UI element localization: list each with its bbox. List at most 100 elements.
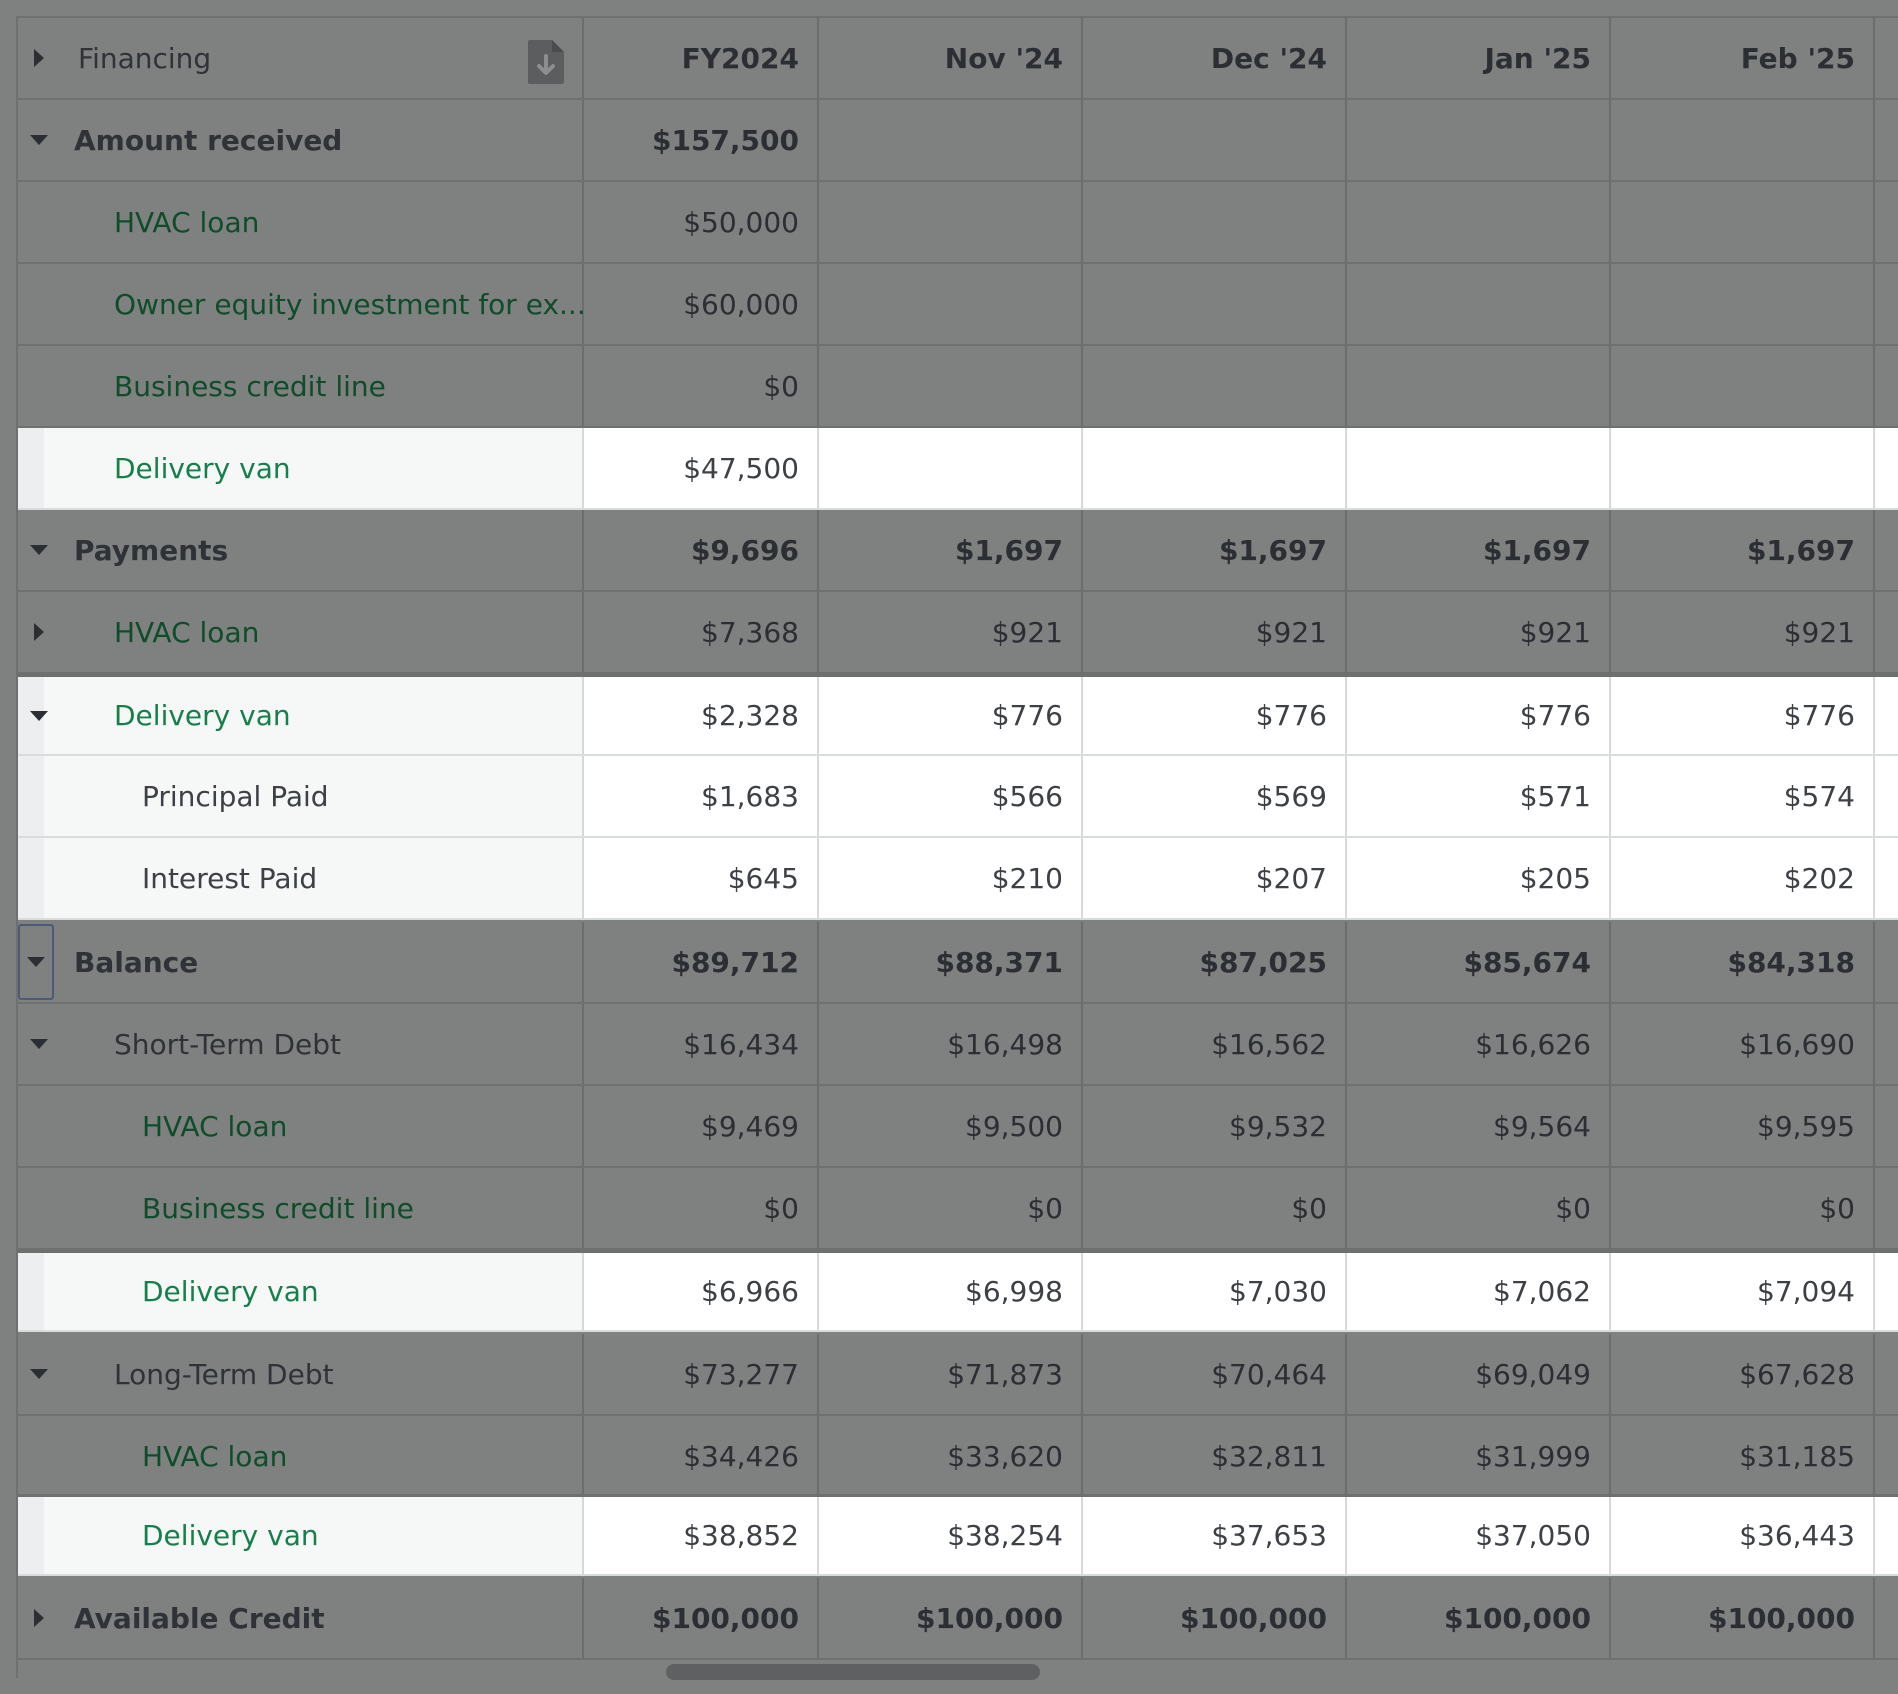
value-cell[interactable] bbox=[1611, 182, 1875, 262]
value-cell[interactable]: $1,697 bbox=[819, 510, 1083, 590]
value-cell[interactable]: $921 bbox=[1083, 592, 1347, 672]
value-cell[interactable]: $37,653 bbox=[1083, 1497, 1347, 1574]
value-cell[interactable]: $6,998 bbox=[819, 1253, 1083, 1330]
file-download-icon[interactable] bbox=[526, 38, 566, 86]
expand-financing-caret[interactable] bbox=[28, 18, 50, 98]
value-cell[interactable]: $7,368 bbox=[584, 592, 819, 672]
value-cell[interactable]: $0 bbox=[1083, 1168, 1347, 1248]
value-cell[interactable]: $645 bbox=[584, 838, 819, 918]
value-cell[interactable]: $33,620 bbox=[819, 1416, 1083, 1496]
value-cell[interactable]: $9,564 bbox=[1347, 1086, 1611, 1166]
value-cell[interactable]: $0 bbox=[819, 1168, 1083, 1248]
value-cell[interactable]: $776 bbox=[819, 677, 1083, 754]
value-cell[interactable]: $1,697 bbox=[1347, 510, 1611, 590]
value-cell[interactable] bbox=[1083, 100, 1347, 180]
value-cell[interactable]: $89,712 bbox=[584, 922, 819, 1002]
value-cell[interactable]: $574 bbox=[1611, 756, 1875, 836]
row-label-link[interactable]: HVAC loan bbox=[142, 1416, 287, 1496]
value-cell[interactable]: $0 bbox=[584, 1168, 819, 1248]
value-cell[interactable] bbox=[819, 100, 1083, 180]
value-cell[interactable]: $69,049 bbox=[1347, 1334, 1611, 1414]
value-cell[interactable]: $7,030 bbox=[1083, 1253, 1347, 1330]
value-cell[interactable]: $60,000 bbox=[584, 264, 819, 344]
value-cell[interactable] bbox=[819, 346, 1083, 426]
value-cell[interactable]: $569 bbox=[1083, 756, 1347, 836]
value-cell[interactable] bbox=[1083, 264, 1347, 344]
value-cell[interactable]: $157,500 bbox=[584, 100, 819, 180]
value-cell[interactable]: $71,873 bbox=[819, 1334, 1083, 1414]
value-cell[interactable]: $36,443 bbox=[1611, 1497, 1875, 1574]
row-label-link[interactable]: Business credit line bbox=[142, 1168, 414, 1248]
column-header-feb-25[interactable]: Feb '25 bbox=[1611, 18, 1875, 98]
value-cell[interactable]: $37,050 bbox=[1347, 1497, 1611, 1574]
value-cell[interactable]: $921 bbox=[1347, 592, 1611, 672]
column-header-fy2024[interactable]: FY2024 bbox=[584, 18, 819, 98]
value-cell[interactable] bbox=[1611, 100, 1875, 180]
value-cell[interactable]: $100,000 bbox=[819, 1578, 1083, 1658]
value-cell[interactable]: $1,683 bbox=[584, 756, 819, 836]
column-header-nov-24[interactable]: Nov '24 bbox=[819, 18, 1083, 98]
collapse-payments-caret[interactable] bbox=[28, 510, 50, 590]
value-cell[interactable]: $16,434 bbox=[584, 1004, 819, 1084]
value-cell[interactable]: $7,094 bbox=[1611, 1253, 1875, 1330]
expand-hvac-payments-caret[interactable] bbox=[28, 592, 50, 672]
row-label-link[interactable]: HVAC loan bbox=[142, 1086, 287, 1166]
value-cell[interactable]: $87,025 bbox=[1083, 922, 1347, 1002]
value-cell[interactable]: $34,426 bbox=[584, 1416, 819, 1496]
value-cell[interactable]: $1,697 bbox=[1083, 510, 1347, 590]
value-cell[interactable] bbox=[1347, 346, 1611, 426]
value-cell[interactable] bbox=[1083, 182, 1347, 262]
value-cell[interactable] bbox=[1611, 346, 1875, 426]
collapse-short-term-debt-caret[interactable] bbox=[28, 1004, 50, 1084]
value-cell[interactable]: $16,562 bbox=[1083, 1004, 1347, 1084]
horizontal-scrollbar[interactable] bbox=[666, 1664, 1040, 1680]
value-cell[interactable]: $50,000 bbox=[584, 182, 819, 262]
value-cell[interactable]: $38,852 bbox=[584, 1497, 819, 1574]
row-label-link[interactable]: Delivery van bbox=[114, 428, 291, 508]
value-cell[interactable]: $2,328 bbox=[584, 677, 819, 754]
value-cell[interactable] bbox=[819, 264, 1083, 344]
value-cell[interactable]: $100,000 bbox=[1083, 1578, 1347, 1658]
value-cell[interactable] bbox=[1083, 428, 1347, 508]
value-cell[interactable]: $38,254 bbox=[819, 1497, 1083, 1574]
value-cell[interactable] bbox=[1347, 100, 1611, 180]
value-cell[interactable] bbox=[1347, 428, 1611, 508]
collapse-balance-caret[interactable] bbox=[18, 924, 54, 1000]
column-header-dec-24[interactable]: Dec '24 bbox=[1083, 18, 1347, 98]
value-cell[interactable]: $7,062 bbox=[1347, 1253, 1611, 1330]
value-cell[interactable]: $921 bbox=[1611, 592, 1875, 672]
value-cell[interactable] bbox=[819, 182, 1083, 262]
value-cell[interactable]: $88,371 bbox=[819, 922, 1083, 1002]
value-cell[interactable] bbox=[819, 428, 1083, 508]
row-label-link[interactable]: HVAC loan bbox=[114, 182, 259, 262]
value-cell[interactable]: $0 bbox=[584, 346, 819, 426]
value-cell[interactable]: $85,674 bbox=[1347, 922, 1611, 1002]
row-label-link[interactable]: Delivery van bbox=[114, 677, 291, 754]
value-cell[interactable]: $32,811 bbox=[1083, 1416, 1347, 1496]
value-cell[interactable]: $207 bbox=[1083, 838, 1347, 918]
value-cell[interactable]: $9,532 bbox=[1083, 1086, 1347, 1166]
value-cell[interactable]: $566 bbox=[819, 756, 1083, 836]
value-cell[interactable]: $73,277 bbox=[584, 1334, 819, 1414]
value-cell[interactable]: $776 bbox=[1611, 677, 1875, 754]
value-cell[interactable] bbox=[1611, 264, 1875, 344]
value-cell[interactable]: $571 bbox=[1347, 756, 1611, 836]
value-cell[interactable]: $9,595 bbox=[1611, 1086, 1875, 1166]
value-cell[interactable]: $0 bbox=[1611, 1168, 1875, 1248]
value-cell[interactable]: $100,000 bbox=[1611, 1578, 1875, 1658]
row-label-link[interactable]: HVAC loan bbox=[114, 592, 259, 672]
expand-available-credit-caret[interactable] bbox=[28, 1578, 50, 1658]
value-cell[interactable]: $921 bbox=[819, 592, 1083, 672]
value-cell[interactable]: $776 bbox=[1347, 677, 1611, 754]
row-label-link[interactable]: Business credit line bbox=[114, 346, 386, 426]
collapse-amount-received-caret[interactable] bbox=[28, 100, 50, 180]
row-label-link[interactable]: Delivery van bbox=[142, 1497, 319, 1574]
value-cell[interactable]: $47,500 bbox=[584, 428, 819, 508]
value-cell[interactable]: $9,696 bbox=[584, 510, 819, 590]
column-header-jan-25[interactable]: Jan '25 bbox=[1347, 18, 1611, 98]
collapse-delivery-van-payments-caret[interactable] bbox=[28, 677, 50, 754]
value-cell[interactable]: $9,469 bbox=[584, 1086, 819, 1166]
value-cell[interactable]: $205 bbox=[1347, 838, 1611, 918]
value-cell[interactable]: $16,626 bbox=[1347, 1004, 1611, 1084]
row-label-link[interactable]: Delivery van bbox=[142, 1253, 319, 1330]
